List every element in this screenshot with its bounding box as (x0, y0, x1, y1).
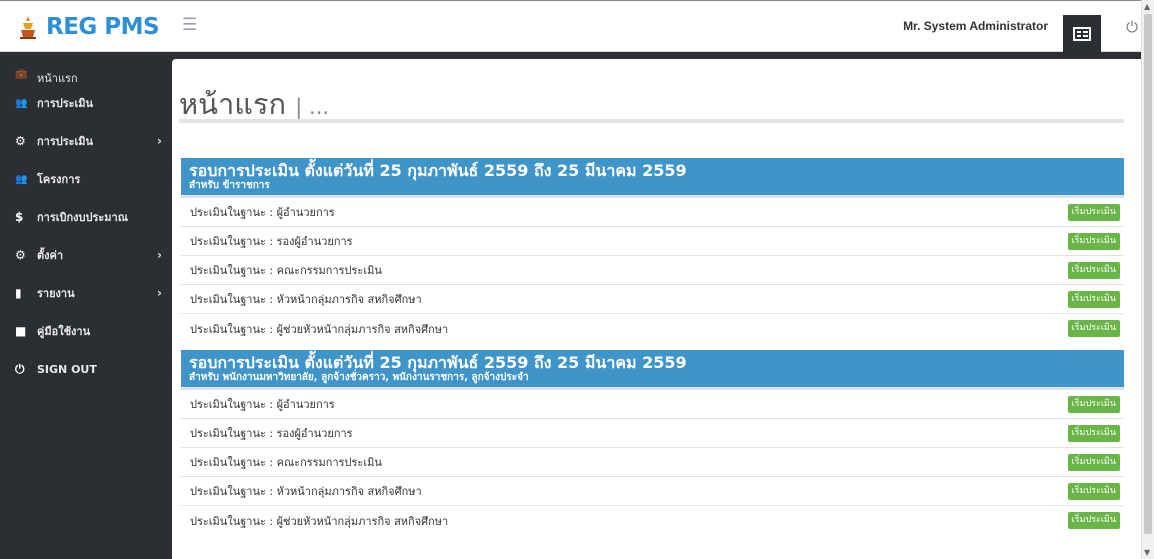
start-evaluation-button[interactable]: เริ่มประเมิน (1067, 320, 1120, 337)
evaluation-round-panel: รอบการประเมิน ตั้งแต่วันที่ 25 กุมภาพันธ… (181, 350, 1124, 535)
page-title-suffix: | ... (295, 95, 330, 119)
sidebar-item[interactable]: 👥 โครงการ (0, 160, 172, 198)
sidebar: 💼 หน้าแรก 👥 การประเมิน ⚙ การประเมิน › 👥 โครงการ $… (0, 52, 172, 559)
sidebar-item-label: การประเมิน (37, 135, 94, 148)
start-evaluation-button[interactable]: เริ่มประเมิน (1067, 453, 1120, 471)
start-evaluation-button[interactable]: เริ่มประเมิน (1067, 203, 1120, 221)
sidebar-item-label: โครงการ (37, 173, 81, 186)
id-card-icon (1073, 26, 1091, 41)
sidebar-item[interactable]: ■ คู่มือใช้งาน (0, 312, 172, 350)
sidebar-item[interactable]: ⚙ การประเมิน › (0, 122, 172, 160)
hamburger-menu-icon[interactable]: ☰ (182, 15, 197, 35)
evaluation-role-label: ประเมินในฐานะ : ผู้อำนวยการ (190, 398, 335, 411)
scroll-down-icon[interactable]: ▼ (1144, 548, 1150, 557)
list-item: ประเมินในฐานะ : ผู้ช่วยหัวหน้ากลุ่มภารกิ… (181, 314, 1124, 343)
scroll-thumb[interactable] (1144, 14, 1152, 534)
list-item: ประเมินในฐานะ : คณะกรรมการประเมิน เริ่มปร… (181, 448, 1124, 477)
sidebar-item-label: การประเมิน (37, 97, 94, 110)
chevron-right-icon: › (157, 134, 162, 148)
bar-chart-icon: ▮ (15, 286, 22, 300)
main-content: หน้าแรก | ... รอบการประเมิน ตั้งแต่วันที… (172, 59, 1141, 559)
evaluation-round-subtitle: สำหรับ พนักงานมหาวิทยาลัย, ลูกจ้างชั่วคร… (189, 372, 529, 383)
gears-icon: ⚙ (15, 134, 26, 148)
brand[interactable]: REG PMS (0, 1, 172, 52)
scroll-up-icon[interactable]: ▲ (1144, 2, 1150, 11)
list-item: ประเมินในฐานะ : รองผู้อำนวยการ เริ่มประเม… (181, 419, 1124, 448)
evaluation-round-header: รอบการประเมิน ตั้งแต่วันที่ 25 กุมภาพันธ… (181, 158, 1124, 198)
sidebar-item[interactable]: ▮ รายงาน › (0, 274, 172, 312)
start-evaluation-button[interactable]: เริ่มประเมิน (1067, 261, 1120, 279)
sidebar-item-label: ตั้งค่า (37, 249, 64, 262)
power-icon: ⏻ (15, 361, 25, 376)
start-evaluation-button[interactable]: เริ่มประเมิน (1067, 395, 1120, 413)
power-icon[interactable]: ⏻ (1126, 18, 1138, 36)
title-divider (179, 119, 1124, 123)
evaluation-role-label: ประเมินในฐานะ : รองผู้อำนวยการ (190, 235, 353, 248)
logo-icon (20, 15, 36, 39)
evaluation-round-title: รอบการประเมิน ตั้งแต่วันที่ 25 กุมภาพันธ… (189, 161, 687, 180)
users-icon: 👥 (15, 173, 28, 185)
evaluation-role-label: ประเมินในฐานะ : คณะกรรมการประเมิน (190, 264, 382, 277)
evaluation-role-label: ประเมินในฐานะ : หัวหน้ากลุ่มภารกิจ สหกิจ… (190, 485, 422, 498)
sidebar-item-label: SIGN OUT (37, 362, 97, 376)
book-icon: ■ (15, 324, 27, 338)
start-evaluation-button[interactable]: เริ่มประเมิน (1067, 424, 1120, 442)
page-title-text: หน้าแรก (179, 87, 287, 121)
sidebar-item-label: การเบิกงบประมาณ (37, 211, 128, 224)
evaluation-role-list: ประเมินในฐานะ : ผู้อำนวยการ เริ่มประเมินป… (181, 198, 1124, 343)
sidebar-item[interactable]: ⏻ SIGN OUT (0, 350, 172, 388)
evaluation-role-list: ประเมินในฐานะ : ผู้อำนวยการ เริ่มประเมินป… (181, 390, 1124, 535)
dollar-icon: $ (15, 210, 24, 224)
sidebar-item[interactable]: 💼 หน้าแรก (0, 52, 172, 85)
evaluation-round-panel: รอบการประเมิน ตั้งแต่วันที่ 25 กุมภาพันธ… (181, 158, 1124, 343)
list-item: ประเมินในฐานะ : หัวหน้ากลุ่มภารกิจ สหกิจ… (181, 477, 1124, 506)
start-evaluation-button[interactable]: เริ่มประเมิน (1067, 232, 1120, 250)
page-scrollbar[interactable]: ▲ ▼ (1141, 0, 1154, 559)
list-item: ประเมินในฐานะ : ผู้ช่วยหัวหน้ากลุ่มภารกิ… (181, 506, 1124, 535)
gears-icon: ⚙ (15, 248, 26, 262)
sidebar-item-label: คู่มือใช้งาน (37, 325, 91, 338)
evaluation-round-header: รอบการประเมิน ตั้งแต่วันที่ 25 กุมภาพันธ… (181, 350, 1124, 390)
top-bar: REG PMS ☰ Mr. System Administrator ⏻ (0, 0, 1154, 52)
start-evaluation-button[interactable]: เริ่มประเมิน (1067, 512, 1120, 529)
user-name[interactable]: Mr. System Administrator (903, 19, 1048, 33)
evaluation-round-title: รอบการประเมิน ตั้งแต่วันที่ 25 กุมภาพันธ… (189, 353, 687, 372)
briefcase-icon: 💼 (15, 69, 28, 80)
evaluation-role-label: ประเมินในฐานะ : รองผู้อำนวยการ (190, 427, 353, 440)
evaluation-role-label: ประเมินในฐานะ : ผู้ช่วยหัวหน้ากลุ่มภารกิ… (190, 514, 449, 528)
sidebar-item-label: รายงาน (37, 287, 75, 300)
list-item: ประเมินในฐานะ : รองผู้อำนวยการ เริ่มประเม… (181, 227, 1124, 256)
chevron-right-icon: › (157, 248, 162, 262)
users-icon: 👥 (15, 97, 28, 109)
list-item: ประเมินในฐานะ : ผู้อำนวยการ เริ่มประเมิน (181, 390, 1124, 419)
sidebar-item[interactable]: 👥 การประเมิน (0, 84, 172, 122)
evaluation-role-label: ประเมินในฐานะ : คณะกรรมการประเมิน (190, 456, 382, 469)
evaluation-role-label: ประเมินในฐานะ : ผู้ช่วยหัวหน้ากลุ่มภารกิ… (190, 322, 449, 336)
list-item: ประเมินในฐานะ : คณะกรรมการประเมิน เริ่มปร… (181, 256, 1124, 285)
list-item: ประเมินในฐานะ : ผู้อำนวยการ เริ่มประเมิน (181, 198, 1124, 227)
brand-name: REG PMS (46, 13, 160, 40)
start-evaluation-button[interactable]: เริ่มประเมิน (1067, 290, 1120, 308)
evaluation-role-label: ประเมินในฐานะ : หัวหน้ากลุ่มภารกิจ สหกิจ… (190, 293, 422, 306)
start-evaluation-button[interactable]: เริ่มประเมิน (1067, 482, 1120, 500)
sidebar-item[interactable]: $ การเบิกงบประมาณ (0, 198, 172, 236)
evaluation-round-subtitle: สำหรับ ข้าราชการ (189, 180, 270, 191)
list-item: ประเมินในฐานะ : หัวหน้ากลุ่มภารกิจ สหกิจ… (181, 285, 1124, 314)
sidebar-item[interactable]: ⚙ ตั้งค่า › (0, 236, 172, 274)
chevron-right-icon: › (157, 286, 162, 300)
evaluation-role-label: ประเมินในฐานะ : ผู้อำนวยการ (190, 206, 335, 219)
profile-card-button[interactable] (1063, 15, 1101, 52)
